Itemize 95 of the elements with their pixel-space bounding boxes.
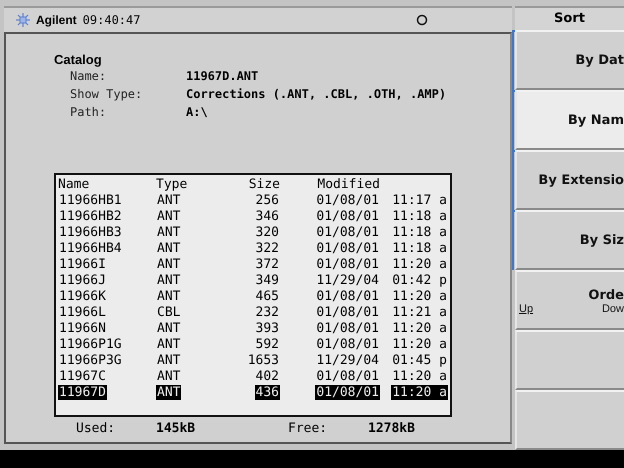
table-cell[interactable]: 01/08/01	[315, 369, 380, 384]
table-cell[interactable]: 349	[254, 273, 280, 288]
field-value: A:\	[186, 105, 208, 119]
table-cell[interactable]: ANT	[156, 193, 182, 208]
table-cell[interactable]: 393	[254, 321, 280, 336]
table-cell[interactable]: 11966L	[58, 305, 107, 320]
table-cell[interactable]: 11966N	[58, 321, 107, 336]
table-cell[interactable]: 436	[254, 385, 280, 400]
table-cell[interactable]: 11:17 a	[391, 193, 448, 208]
column-header: Type	[156, 177, 188, 193]
usage-value: 1278kB	[368, 420, 416, 436]
softkey-button[interactable]: By Extensio	[515, 150, 624, 210]
table-cell[interactable]: ANT	[156, 385, 182, 400]
table-cell[interactable]: 01/08/01	[315, 209, 380, 224]
table-cell[interactable]: 11/29/04	[315, 273, 380, 288]
table-cell[interactable]: 01/08/01	[315, 225, 380, 240]
table-cell[interactable]: 1653	[246, 353, 280, 368]
table-cell[interactable]: 11967D	[58, 385, 107, 400]
table-cell[interactable]: 11:20 a	[391, 385, 448, 400]
table-cell[interactable]: 11967C	[58, 369, 107, 384]
table-cell[interactable]: 11966I	[58, 257, 107, 272]
softkey-button[interactable]: By Dat	[515, 30, 624, 90]
table-cell[interactable]: 01/08/01	[315, 257, 380, 272]
table-cell[interactable]: 256	[254, 193, 280, 208]
table-cell[interactable]: ANT	[156, 257, 182, 272]
blank-softkey[interactable]	[515, 330, 624, 390]
circle-icon	[416, 14, 428, 26]
column-header: Name	[58, 177, 90, 193]
toggle-softkey[interactable]: Orde Up Dow	[515, 270, 624, 330]
table-cell[interactable]: ANT	[156, 369, 182, 384]
toggle-option[interactable]: Dow	[602, 302, 624, 314]
table-cell[interactable]: ANT	[156, 273, 182, 288]
softkey-button[interactable]: By Nam	[515, 90, 624, 150]
table-cell[interactable]: 01/08/01	[315, 193, 380, 208]
usage-label: Used:	[75, 420, 116, 436]
toggle-option[interactable]: Up	[519, 302, 534, 314]
field-label: Path:	[70, 105, 108, 119]
table-cell[interactable]: 11:20 a	[391, 321, 448, 336]
table-cell[interactable]: 11/29/04	[315, 353, 380, 368]
table-cell[interactable]: 11966HB1	[58, 193, 123, 208]
table-cell[interactable]: 01/08/01	[315, 241, 380, 256]
table-cell[interactable]: 11:20 a	[391, 337, 448, 352]
table-cell[interactable]: ANT	[156, 209, 182, 224]
table-cell[interactable]: 11966P1G	[58, 337, 123, 352]
table-cell[interactable]: 01:42 p	[391, 273, 448, 288]
table-cell[interactable]: 592	[254, 337, 280, 352]
brand-label: Agilent	[36, 13, 77, 27]
column-header: Size	[248, 177, 280, 193]
field-label: Show Type:	[70, 87, 144, 101]
table-cell[interactable]: 372	[254, 257, 280, 272]
table-cell[interactable]: 11:20 a	[391, 289, 448, 304]
table-cell[interactable]: 11966HB4	[58, 241, 123, 256]
usage-value: 145kB	[156, 420, 196, 436]
table-cell[interactable]: 11:18 a	[391, 241, 448, 256]
field-label: Name:	[70, 69, 108, 83]
table-cell[interactable]: 11966HB3	[58, 225, 123, 240]
table-cell[interactable]: 01:45 p	[391, 353, 448, 368]
table-cell[interactable]: 11:18 a	[391, 225, 448, 240]
sun-icon	[16, 13, 30, 27]
blank-softkey[interactable]	[515, 390, 624, 450]
table-cell[interactable]: 320	[254, 225, 280, 240]
table-cell[interactable]: CBL	[156, 305, 182, 320]
field-value: 11967D.ANT	[186, 69, 258, 83]
table-cell[interactable]: 11:18 a	[391, 209, 448, 224]
table-cell[interactable]: 11966HB2	[58, 209, 123, 224]
table-cell[interactable]: 11:20 a	[391, 369, 448, 384]
table-cell[interactable]: ANT	[156, 321, 182, 336]
softkey-label: Orde	[587, 288, 624, 302]
table-cell[interactable]: ANT	[156, 225, 182, 240]
table-cell[interactable]: 402	[254, 369, 280, 384]
table-cell[interactable]: 465	[254, 289, 280, 304]
table-cell[interactable]: 01/08/01	[315, 289, 380, 304]
table-cell[interactable]: ANT	[156, 241, 182, 256]
table-cell[interactable]: 11:20 a	[391, 257, 448, 272]
table-cell[interactable]: 11966P3G	[58, 353, 123, 368]
table-cell[interactable]: 11966K	[58, 289, 107, 304]
table-cell[interactable]: ANT	[156, 337, 182, 352]
catalog-heading: Catalog	[54, 52, 103, 67]
table-cell[interactable]: ANT	[156, 353, 182, 368]
table-cell[interactable]: 232	[254, 305, 280, 320]
table-cell[interactable]: 01/08/01	[315, 337, 380, 352]
menu-title: Sort	[515, 6, 624, 30]
clock-time: 09:40:47	[82, 13, 140, 27]
table-cell[interactable]: 322	[254, 241, 280, 256]
table-cell[interactable]: 01/08/01	[315, 321, 380, 336]
field-value: Corrections (.ANT, .CBL, .OTH, .AMP)	[186, 87, 446, 101]
table-cell[interactable]: 11:21 a	[391, 305, 448, 320]
table-cell[interactable]: 01/08/01	[315, 385, 380, 400]
softkey-button[interactable]: By Siz	[515, 210, 624, 270]
table-cell[interactable]: ANT	[156, 289, 182, 304]
table-cell[interactable]: 01/08/01	[315, 305, 380, 320]
table-cell[interactable]: 11966J	[58, 273, 107, 288]
column-header: Modified	[316, 177, 380, 193]
table-cell[interactable]: 346	[254, 209, 280, 224]
usage-label: Free:	[287, 420, 328, 436]
